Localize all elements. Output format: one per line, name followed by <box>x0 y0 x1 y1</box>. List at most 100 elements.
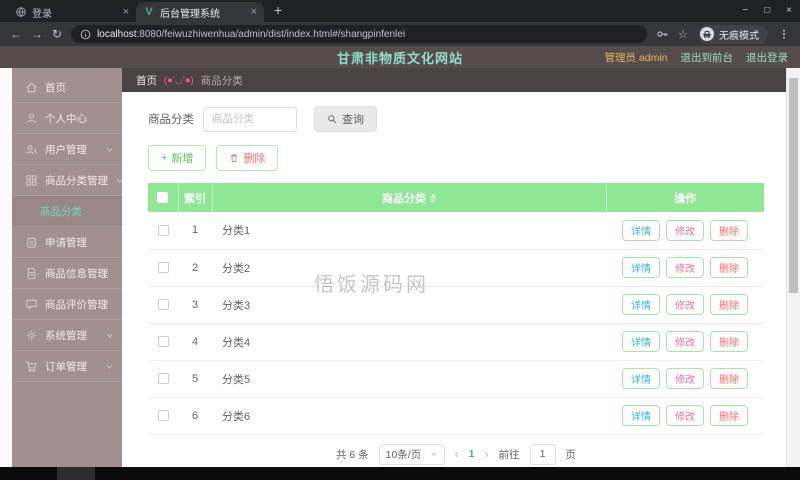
row-action-edit-button[interactable]: 修改 <box>666 257 704 278</box>
row-action-edit-button[interactable]: 修改 <box>666 331 704 352</box>
query-button[interactable]: 查询 <box>314 106 377 132</box>
row-checkbox[interactable] <box>157 373 169 385</box>
page-size-select[interactable]: 10条/页 <box>378 443 445 465</box>
address-field[interactable]: localhost:8080/feiwuzhiwenhua/admin/dist… <box>71 25 648 43</box>
row-action-edit-button[interactable]: 修改 <box>666 294 704 315</box>
incognito-badge[interactable]: 无痕模式 <box>698 24 768 44</box>
delete-button[interactable]: 删除 <box>216 145 279 171</box>
row-index: 2 <box>178 249 212 287</box>
sidebar-item-product-info[interactable]: 商品信息管理 <box>12 258 122 289</box>
row-action-detail-button[interactable]: 详情 <box>622 219 660 241</box>
row-checkbox[interactable] <box>157 224 169 236</box>
browser-window: 登录 × V 后台管理系统 × + − □ × ← → ↻ localhost:… <box>0 0 800 480</box>
sidebar-item-user-mgmt[interactable]: 用户管理 <box>12 134 122 165</box>
row-action-detail-button[interactable]: 详情 <box>622 405 660 426</box>
row-action-delete-button[interactable]: 删除 <box>710 294 748 315</box>
current-page-number[interactable]: 1 <box>469 448 475 460</box>
close-tab-icon[interactable]: × <box>123 6 129 18</box>
sidebar-item-label: 商品分类管理 <box>45 174 108 187</box>
browser-tab-login[interactable]: 登录 × <box>8 2 136 22</box>
row-actions: 详情 修改 删除 <box>606 212 764 250</box>
maximize-button[interactable]: □ <box>764 5 770 16</box>
browser-tab-strip: 登录 × V 后台管理系统 × + − □ × <box>0 0 800 22</box>
prev-page-button[interactable]: ‹ <box>455 447 459 461</box>
close-tab-icon[interactable]: × <box>251 6 257 18</box>
add-button[interactable]: + 新增 <box>148 145 207 171</box>
minimize-button[interactable]: − <box>742 5 748 16</box>
exit-to-front-link[interactable]: 退出到前台 <box>681 50 734 65</box>
sidebar-item-apply-mgmt[interactable]: 申请管理 <box>12 227 122 258</box>
column-header-name[interactable]: 商品分类 <box>212 183 607 212</box>
sidebar-item-label: 申请管理 <box>45 236 87 249</box>
select-all-checkbox[interactable] <box>157 192 169 204</box>
clipboard-icon <box>25 236 38 249</box>
pagination: 共 6 条 10条/页 ‹ 1 › 前往 页 <box>148 443 764 465</box>
sidebar-item-label: 订单管理 <box>45 360 87 373</box>
row-checkbox[interactable] <box>157 336 169 348</box>
reload-icon[interactable]: ↻ <box>52 28 62 40</box>
sidebar-item-label: 商品分类 <box>40 205 82 218</box>
row-action-delete-button[interactable]: 删除 <box>710 219 748 241</box>
breadcrumb-separator: (●'◡'●) <box>164 74 194 86</box>
sidebar-item-category-mgmt[interactable]: 商品分类管理 <box>12 165 123 196</box>
chevron-down-icon <box>105 362 114 371</box>
row-action-delete-button[interactable]: 删除 <box>710 331 748 352</box>
new-tab-button[interactable]: + <box>274 2 282 21</box>
row-action-detail-button[interactable]: 详情 <box>622 257 660 278</box>
sidebar-item-profile[interactable]: 个人中心 <box>12 103 122 134</box>
tab-title: 后台管理系统 <box>160 8 220 20</box>
row-category-name: 分类5 <box>212 360 606 398</box>
row-checkbox[interactable] <box>157 410 169 422</box>
table-row: 5 分类5 详情 修改 删除 <box>148 360 764 398</box>
goto-page-input[interactable] <box>529 443 556 465</box>
app-header: 甘肃非物质文化网站 管理员 admin 退出到前台 退出登录 <box>0 46 800 68</box>
column-header-index: 索引 <box>178 183 213 212</box>
incognito-icon <box>700 27 714 41</box>
row-checkbox[interactable] <box>157 299 169 311</box>
sidebar-item-product-review[interactable]: 商品评价管理 <box>12 289 122 320</box>
row-checkbox[interactable] <box>157 262 169 274</box>
sidebar-menu: 首页个人中心用户管理商品分类管理商品分类申请管理商品信息管理 商品评价管理系统管理… <box>12 68 123 467</box>
row-action-detail-button[interactable]: 详情 <box>622 331 660 352</box>
search-form: 商品分类 查询 <box>148 106 764 132</box>
sidebar-item-system-mgmt[interactable]: 系统管理 <box>12 320 122 351</box>
back-icon[interactable]: ← <box>10 28 22 40</box>
url-text: localhost:8080/feiwuzhiwenhua/admin/dist… <box>97 28 406 40</box>
sidebar-item-order-mgmt[interactable]: 订单管理 <box>12 351 122 382</box>
category-table: 索引 商品分类 操作 1 分类1 详情 修改 删除 2 分类2 详情 修改 删除 3 分类3 详情 修改删… <box>148 183 764 435</box>
row-action-detail-button[interactable]: 详情 <box>622 368 660 389</box>
row-action-delete-button[interactable]: 删除 <box>710 405 748 426</box>
forward-icon[interactable]: → <box>31 28 43 40</box>
row-action-edit-button[interactable]: 修改 <box>666 368 704 389</box>
bookmark-star-icon[interactable]: ☆ <box>678 28 688 41</box>
search-input[interactable] <box>203 106 297 132</box>
browser-tab-admin[interactable]: V 后台管理系统 × <box>136 2 264 22</box>
row-action-detail-button[interactable]: 详情 <box>622 294 660 315</box>
pagination-total: 共 6 条 <box>335 448 369 461</box>
sidebar-item-label: 商品评价管理 <box>45 298 108 311</box>
menu-dots-icon[interactable] <box>778 28 790 40</box>
sidebar-item-home[interactable]: 首页 <box>12 72 122 103</box>
chevron-down-icon <box>105 145 114 154</box>
table-toolbar: + 新增 删除 <box>148 145 764 171</box>
sidebar-item-label: 首页 <box>45 81 66 94</box>
main-area: 首页 (●'◡'●) 商品分类 商品分类 查询 + <box>122 68 786 467</box>
row-action-edit-button[interactable]: 修改 <box>666 405 704 426</box>
sidebar-item-label: 用户管理 <box>45 143 87 156</box>
next-page-button[interactable]: › <box>485 447 489 461</box>
sidebar-item-category[interactable]: 商品分类 <box>12 196 122 227</box>
sort-caret-icon[interactable] <box>430 194 436 204</box>
search-label: 商品分类 <box>148 114 194 126</box>
sidebar-item-label: 商品信息管理 <box>45 267 108 280</box>
row-action-delete-button[interactable]: 删除 <box>710 368 748 389</box>
breadcrumb-home[interactable]: 首页 <box>136 73 157 88</box>
key-icon[interactable] <box>656 28 668 40</box>
close-window-button[interactable]: × <box>786 5 792 16</box>
logout-link[interactable]: 退出登录 <box>746 50 788 65</box>
info-icon[interactable] <box>80 29 91 40</box>
scrollbar-thumb[interactable] <box>789 78 798 293</box>
row-action-delete-button[interactable]: 删除 <box>710 257 748 278</box>
row-category-name: 分类1 <box>212 212 606 250</box>
row-action-edit-button[interactable]: 修改 <box>666 219 704 241</box>
taskbar <box>0 467 800 480</box>
